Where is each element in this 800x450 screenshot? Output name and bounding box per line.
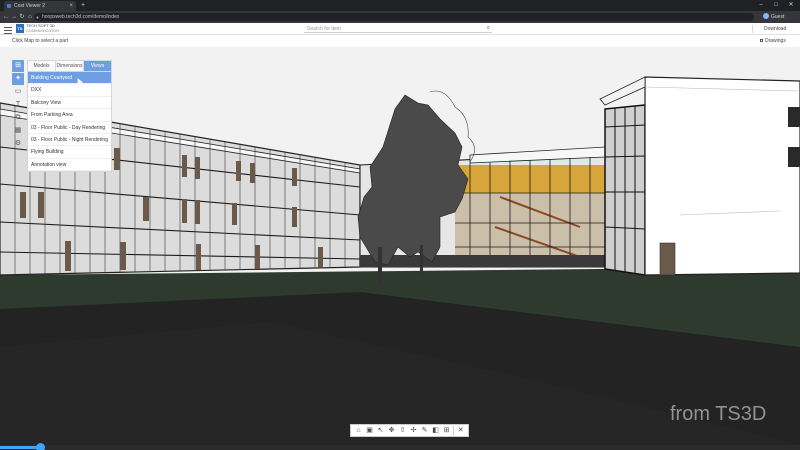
toolbar-divider xyxy=(453,426,454,435)
minimize-button[interactable]: – xyxy=(756,0,766,11)
menu-icon[interactable] xyxy=(4,25,12,34)
search-placeholder: Search for item xyxy=(307,26,341,32)
maximize-button[interactable]: □ xyxy=(771,0,781,11)
forward-icon[interactable]: → xyxy=(10,11,18,23)
view-item-dxx[interactable]: DXX xyxy=(28,84,111,97)
model-tree-icon[interactable]: ⊞ xyxy=(12,60,24,72)
section-icon[interactable]: ◧ xyxy=(430,425,441,436)
camera-icon[interactable]: ▣ xyxy=(364,425,375,436)
view-item-building-courtyard[interactable]: Building Courtyard xyxy=(28,72,111,85)
app-root: Cost Viewer 2 × + – □ ✕ ← → ↻ ⌂ ● hoopsw… xyxy=(0,0,800,450)
markup-icon[interactable]: ▭ xyxy=(12,86,24,98)
drawings-label: Drawings xyxy=(765,38,786,44)
3d-viewport[interactable]: from TS3D xyxy=(0,47,800,445)
views-icon[interactable]: ✦ xyxy=(12,73,24,85)
brand-line-2: COMMUNICATOR xyxy=(26,27,60,33)
walk-icon[interactable]: ⇧ xyxy=(397,425,408,436)
view-item-day-rendering[interactable]: 03 - Floor Public - Day Rendering xyxy=(28,122,111,134)
layers-icon[interactable]: ⧉ xyxy=(12,112,24,124)
view-item-parking[interactable]: From Parking Area xyxy=(28,109,111,122)
selection-hint: Click Map to select a part xyxy=(12,38,69,44)
app-header: TS TECH SOFT 3D COMMUNICATOR Search for … xyxy=(0,23,800,35)
tab-models[interactable]: Models xyxy=(28,61,56,71)
browser-tab[interactable]: Cost Viewer 2 × xyxy=(4,1,76,11)
orbit-icon[interactable]: ✥ xyxy=(386,425,397,436)
video-progress-bar[interactable] xyxy=(0,443,800,450)
search-icon[interactable]: ⌕ xyxy=(487,24,490,32)
drawings-toggle[interactable]: Drawings xyxy=(760,37,786,45)
favicon-icon xyxy=(7,4,11,8)
header-divider xyxy=(752,25,753,33)
reload-icon[interactable]: ↻ xyxy=(18,11,26,23)
brand-name: TECH SOFT 3D COMMUNICATOR xyxy=(26,23,60,33)
home-icon[interactable]: ⌂ xyxy=(353,425,364,436)
view-item-balcony[interactable]: Balcony View xyxy=(28,97,111,110)
explode-icon[interactable]: ⊞ xyxy=(441,425,452,436)
panel-tabs: Models Dimensions Views xyxy=(28,61,111,72)
select-icon[interactable]: ↖ xyxy=(375,425,386,436)
tab-views[interactable]: Views xyxy=(84,61,111,71)
account-label: Guest xyxy=(771,14,785,20)
video-progress-fill xyxy=(0,446,40,449)
drawings-checkbox[interactable] xyxy=(760,39,763,42)
markup-tool-icon[interactable]: ✎ xyxy=(419,425,430,436)
tab-close-icon[interactable]: × xyxy=(69,1,73,11)
table-icon[interactable]: ▦ xyxy=(12,125,24,137)
lock-icon: ● xyxy=(36,15,40,21)
url-bar[interactable]: ● hoopsweb.tech3d.com/demo/index xyxy=(34,13,754,21)
view-item-flying-building[interactable]: Flying Building xyxy=(28,146,111,159)
text-icon[interactable]: T xyxy=(12,99,24,111)
download-button[interactable]: Download xyxy=(764,25,786,33)
browser-toolbar: ← → ↻ ⌂ ● hoopsweb.tech3d.com/demo/index… xyxy=(0,11,800,23)
logo: TS xyxy=(16,24,24,33)
search-input[interactable]: Search for item ⌕ xyxy=(304,25,492,33)
views-panel: Models Dimensions Views Building Courtya… xyxy=(27,60,112,173)
viewer-toolbar: ⌂ ▣ ↖ ✥ ⇧ ✢ ✎ ◧ ⊞ ✕ xyxy=(350,424,469,437)
move-icon[interactable]: ✢ xyxy=(408,425,419,436)
building-scene[interactable] xyxy=(0,47,800,445)
tab-dimensions[interactable]: Dimensions xyxy=(56,61,84,71)
avatar xyxy=(763,13,769,19)
sub-header: Click Map to select a part Drawings xyxy=(0,35,800,47)
close-window-button[interactable]: ✕ xyxy=(786,0,796,11)
tab-title: Cost Viewer 2 xyxy=(14,3,46,9)
browser-tabbar: Cost Viewer 2 × + – □ ✕ xyxy=(0,0,800,11)
view-item-annotation[interactable]: Annotation view xyxy=(28,159,111,172)
video-progress-handle[interactable] xyxy=(36,443,45,450)
new-tab-button[interactable]: + xyxy=(81,0,85,11)
url-text: hoopsweb.tech3d.com/demo/index xyxy=(42,14,120,20)
view-item-night-rendering[interactable]: 03 - Floor Public - Night Rendering xyxy=(28,134,111,147)
close-icon[interactable]: ✕ xyxy=(455,425,466,436)
watermark: from TS3D xyxy=(670,403,767,425)
account-chip[interactable]: Guest xyxy=(763,13,787,21)
home-icon[interactable]: ⌂ xyxy=(26,11,34,23)
side-icon-strip: ⊞ ✦ ▭ T ⧉ ▦ ⚙ xyxy=(12,60,25,151)
back-icon[interactable]: ← xyxy=(2,11,10,23)
settings-icon[interactable]: ⚙ xyxy=(12,138,24,150)
